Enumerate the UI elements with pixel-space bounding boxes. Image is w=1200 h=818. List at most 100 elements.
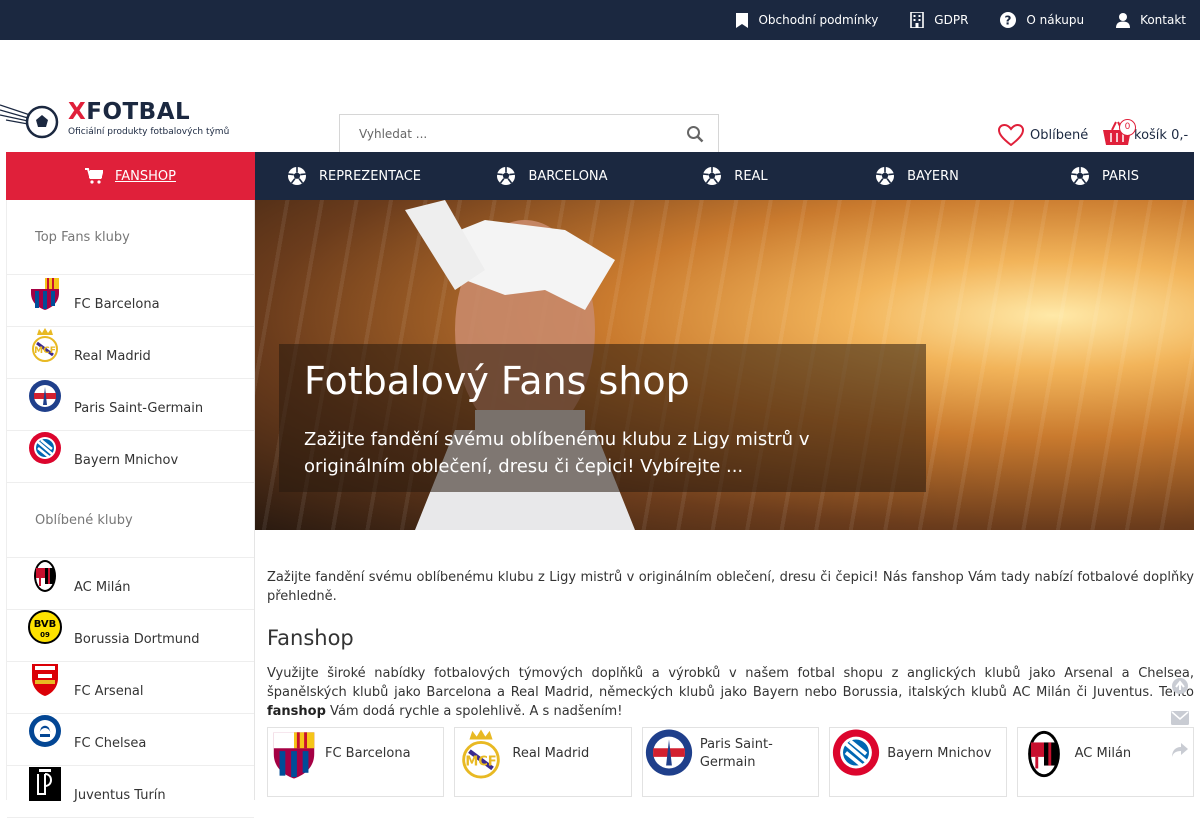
- search-input[interactable]: [340, 115, 672, 153]
- bayern-crest-icon: [29, 432, 61, 464]
- club-cards: FC Barcelona MCF Real Madrid Paris Saint…: [267, 727, 1195, 797]
- nav-item-label: REAL: [734, 168, 768, 184]
- floating-actions: [1168, 670, 1192, 766]
- share-icon: [1172, 743, 1188, 757]
- logo[interactable]: XFOTBAL Oficiální produkty fotbalových t…: [0, 93, 229, 143]
- topbar-link-about[interactable]: ? O nákupu: [1000, 12, 1084, 28]
- logo-ball-icon: [0, 104, 59, 139]
- fanshop-keyword: fanshop: [267, 704, 326, 719]
- sidebar-item-chelsea[interactable]: FC Chelsea: [7, 714, 254, 766]
- topbar-link-contact[interactable]: Kontakt: [1116, 12, 1186, 28]
- svg-text:BVB: BVB: [34, 619, 57, 630]
- sidebar-item-label: FC Arsenal: [74, 684, 144, 699]
- cart-icon: [84, 168, 103, 184]
- svg-text:MCF: MCF: [466, 755, 497, 770]
- top-bar: Obchodní podmínky GDPR ? O nákupu Kontak…: [0, 0, 1200, 40]
- club-card-bayern[interactable]: Bayern Mnichov: [829, 727, 1007, 797]
- club-card-label: FC Barcelona: [325, 746, 411, 761]
- sidebar-item-bayern[interactable]: Bayern Mnichov: [7, 431, 254, 483]
- sidebar-title-top: Top Fans kluby: [7, 200, 254, 275]
- sidebar-item-label: Real Madrid: [74, 349, 151, 364]
- logo-tagline: Oficiální produkty fotbalových týmů: [68, 127, 230, 137]
- svg-text:09: 09: [40, 631, 50, 639]
- soccer-ball-icon: [287, 167, 307, 185]
- nav-item-label: BAYERN: [907, 168, 959, 184]
- question-icon: ?: [1000, 12, 1017, 28]
- soccer-ball-icon: [1070, 167, 1090, 185]
- topbar-link-label: Kontakt: [1140, 13, 1186, 27]
- svg-text:?: ?: [1005, 14, 1012, 28]
- cart-count-badge: 0: [1119, 119, 1136, 136]
- nav-item-paris[interactable]: PARIS: [1015, 152, 1194, 200]
- sidebar-item-juventus[interactable]: Juventus Turín: [7, 766, 254, 818]
- sidebar-item-arsenal[interactable]: FC Arsenal: [7, 662, 254, 714]
- cart-link[interactable]: 0 košík 0,-: [1102, 119, 1189, 146]
- main-nav: FANSHOP REPREZENTACE BARCELONA REAL BAYE…: [6, 152, 1194, 200]
- real-madrid-crest-icon: MCF: [32, 328, 58, 362]
- chelsea-crest-icon: [29, 715, 61, 747]
- sidebar-item-psg[interactable]: Paris Saint-Germain: [7, 379, 254, 431]
- club-card-label: Paris Saint-Germain: [699, 737, 773, 770]
- sidebar-title-favorites: Oblíbené kluby: [7, 483, 254, 558]
- ac-milan-crest-icon: [1027, 730, 1060, 778]
- soccer-ball-icon: [876, 167, 895, 185]
- bayern-crest-icon: [833, 729, 880, 776]
- email-button[interactable]: [1168, 702, 1192, 734]
- nav-item-fanshop[interactable]: FANSHOP: [6, 152, 255, 200]
- scroll-top-button[interactable]: [1168, 670, 1192, 702]
- sidebar-item-fc-barcelona[interactable]: FC Barcelona: [7, 275, 254, 327]
- cart-label: košík 0,-: [1134, 127, 1189, 143]
- sidebar-item-label: Paris Saint-Germain: [74, 401, 204, 416]
- building-icon: [910, 12, 925, 28]
- nav-item-barcelona[interactable]: BARCELONA: [453, 152, 651, 200]
- sidebar: Top Fans kluby FC Barcelona MCF Real Mad…: [6, 200, 255, 818]
- sidebar-item-dortmund[interactable]: BVB 09 Borussia Dortmund: [7, 610, 254, 662]
- favorites-link[interactable]: Oblíbené: [998, 124, 1088, 146]
- topbar-link-label: O nákupu: [1026, 13, 1085, 27]
- topbar-link-gdpr[interactable]: GDPR: [910, 12, 968, 28]
- section-heading: Fanshop: [267, 626, 354, 650]
- svg-text:MCF: MCF: [34, 346, 56, 356]
- header: XFOTBAL Oficiální produkty fotbalových t…: [0, 40, 1200, 154]
- nav-item-real[interactable]: REAL: [651, 152, 819, 200]
- arsenal-crest-icon: [32, 664, 58, 696]
- sidebar-item-label: Borussia Dortmund: [74, 632, 200, 647]
- club-card-label: Real Madrid: [512, 746, 590, 761]
- ac-milan-crest-icon: [34, 560, 56, 592]
- hero-banner[interactable]: Fotbalový Fans shop Zažijte fandění svém…: [255, 200, 1194, 530]
- topbar-link-label: Obchodní podmínky: [758, 13, 879, 27]
- section-text: Využijte široké nabídky fotbalových týmo…: [267, 666, 1194, 719]
- hero-caption: Fotbalový Fans shop Zažijte fandění svém…: [279, 344, 926, 492]
- nav-item-label: FANSHOP: [114, 168, 176, 184]
- soccer-ball-icon: [497, 167, 516, 185]
- intro-text: Zažijte fandění svému oblíbenému klubu z…: [267, 570, 1194, 604]
- sidebar-item-ac-milan[interactable]: AC Milán: [7, 558, 254, 610]
- search-button[interactable]: [672, 125, 718, 143]
- nav-item-reprezentace[interactable]: REPREZENTACE: [255, 152, 453, 200]
- real-madrid-crest-icon: MCF: [462, 729, 501, 779]
- nav-item-label: PARIS: [1101, 168, 1140, 184]
- club-card-psg[interactable]: Paris Saint-Germain: [641, 727, 820, 797]
- envelope-icon: [1171, 711, 1189, 725]
- search-icon: [687, 126, 704, 143]
- club-card-fc-barcelona[interactable]: FC Barcelona: [267, 727, 445, 797]
- club-card-real-madrid[interactable]: MCF Real Madrid: [454, 727, 632, 797]
- sidebar-item-label: AC Milán: [74, 580, 131, 595]
- psg-crest-icon: [645, 729, 692, 776]
- share-button[interactable]: [1168, 734, 1192, 766]
- juventus-crest-icon: [29, 767, 61, 801]
- favorites-label: Oblíbené: [1030, 127, 1089, 143]
- heart-icon: [998, 124, 1024, 146]
- nav-item-label: REPREZENTACE: [318, 168, 422, 184]
- sidebar-item-real-madrid[interactable]: MCF Real Madrid: [7, 327, 254, 379]
- search-box: [339, 114, 719, 154]
- main-content: Zažijte fandění svému oblíbenému klubu z…: [267, 568, 1194, 721]
- nav-item-label: BARCELONA: [528, 168, 608, 184]
- hero-title: Fotbalový Fans shop: [304, 359, 690, 403]
- user-icon: [1116, 12, 1131, 28]
- nav-item-bayern[interactable]: BAYERN: [819, 152, 1015, 200]
- arrow-up-circle-icon: [1172, 678, 1188, 694]
- club-card-label: Bayern Mnichov: [887, 746, 992, 761]
- hero-text: Zažijte fandění svému oblíbenému klubu z…: [304, 429, 810, 477]
- topbar-link-terms[interactable]: Obchodní podmínky: [736, 12, 879, 28]
